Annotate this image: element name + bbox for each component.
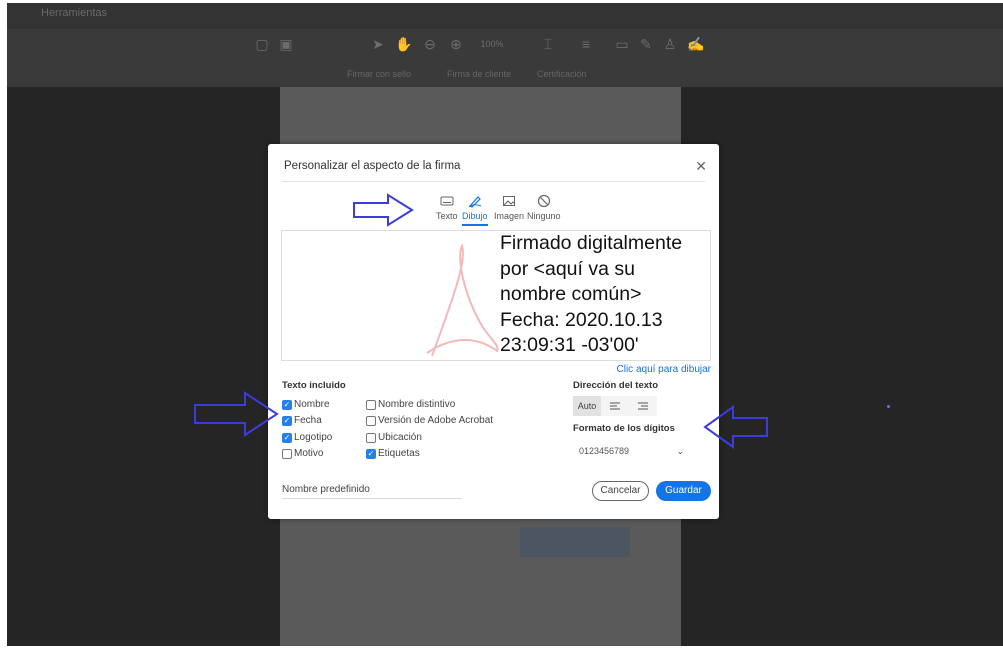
tab-label: Texto (436, 211, 458, 221)
close-icon[interactable]: ✕ (695, 158, 707, 175)
predefined-name-field[interactable] (282, 498, 462, 499)
checkbox-box[interactable] (282, 448, 292, 459)
preview-line: por <aquí va su (500, 257, 635, 280)
align-left-icon[interactable] (601, 396, 629, 416)
zoom-level[interactable]: 100% (475, 35, 509, 53)
checkbox-ubicacion[interactable]: Ubicación (366, 432, 422, 443)
select-tool-icon[interactable]: ⌶ (539, 35, 557, 53)
checkbox-version-acrobat[interactable]: Versión de Adobe Acrobat (366, 415, 493, 426)
checkbox-label: Logotipo (294, 432, 333, 443)
save-button[interactable]: Guardar (656, 481, 711, 501)
preview-line: nombre común> (500, 283, 642, 305)
digit-format-label: Formato de los dígitos (573, 423, 675, 434)
digit-format-value: 0123456789 (579, 446, 630, 456)
checkbox-box[interactable] (366, 432, 376, 443)
sign-icon[interactable]: ✍ (687, 35, 705, 53)
stamp-icon[interactable]: ♙ (661, 35, 679, 53)
tab-label: Ninguno (527, 211, 561, 221)
chevron-down-icon: ⌄ (676, 445, 684, 456)
hand-icon[interactable]: ✋ (395, 35, 413, 53)
dialog-title: Personalizar el aspecto de la firma (284, 160, 461, 172)
zoom-out-icon[interactable]: ⊖ (421, 35, 439, 53)
print-icon[interactable]: ▣ (277, 35, 295, 53)
pointer-icon[interactable]: ➤ (369, 35, 387, 53)
checkbox-label: Etiquetas (378, 448, 420, 459)
annotation-arrow-right-icon (194, 391, 279, 437)
checkbox-motivo[interactable]: Motivo (282, 448, 323, 459)
preview-line: 23:09:31 -03'00' (500, 334, 639, 356)
checkbox-label: Nombre distintivo (378, 399, 456, 410)
signature-appearance-dialog: Personalizar el aspecto de la firma ✕ Te… (268, 144, 719, 519)
pen-draw-icon (468, 196, 481, 208)
text-direction-label: Dirección del texto (573, 380, 658, 391)
annotation-arrow-left-icon (703, 405, 768, 449)
checkbox-label: Nombre (294, 399, 330, 410)
zoom-in-icon[interactable]: ⊕ (447, 35, 465, 53)
draw-link[interactable]: Clic aquí para dibujar (617, 364, 712, 375)
signature-text: Firmado digitalmente por <aquí va su nom… (500, 231, 710, 359)
toolbar-tool-2[interactable]: Certificación (537, 69, 587, 79)
signature-preview[interactable]: Firmado digitalmente por <aquí va su nom… (281, 230, 711, 361)
checkbox-fecha[interactable]: ✓ Fecha (282, 415, 322, 426)
checkbox-label: Ubicación (378, 432, 422, 443)
text-direction-group: Auto (573, 396, 657, 416)
title-divider (282, 181, 705, 182)
checkbox-box[interactable] (366, 399, 376, 410)
tab-ninguno[interactable]: Ninguno (527, 194, 561, 221)
keyboard-icon (440, 196, 454, 206)
cursor-dot (887, 405, 890, 408)
tab-dibujo[interactable]: Dibujo (462, 194, 488, 226)
checkbox-box[interactable]: ✓ (282, 399, 292, 410)
checkbox-logotipo[interactable]: ✓ Logotipo (282, 432, 332, 443)
cancel-button[interactable]: Cancelar (592, 481, 649, 501)
checkbox-nombre-distintivo[interactable]: Nombre distintivo (366, 399, 455, 410)
toolbar: ▢ ▣ ➤ ✋ ⊖ ⊕ 100% ⌶ ≡ ▭ ✎ ♙ ✍ Firmar con … (7, 29, 1003, 87)
toolbar-tool-1[interactable]: Firma de cliente (447, 69, 511, 79)
tab-texto[interactable]: Texto (436, 194, 458, 221)
align-right-icon[interactable] (629, 396, 657, 416)
toolbar-tool-0[interactable]: Firmar con sello (347, 69, 411, 79)
none-icon (537, 194, 550, 208)
signature-field (520, 527, 630, 557)
tab-imagen[interactable]: Imagen (494, 194, 524, 221)
comment-icon[interactable]: ▭ (613, 35, 631, 53)
checkbox-label: Fecha (294, 415, 322, 426)
included-text-label: Texto incluido (282, 380, 346, 391)
checkbox-box[interactable]: ✓ (282, 415, 292, 426)
checkbox-etiquetas[interactable]: ✓ Etiquetas (366, 448, 420, 459)
image-icon (503, 196, 516, 206)
checkbox-label: Motivo (294, 448, 324, 459)
checkbox-box[interactable]: ✓ (366, 448, 376, 459)
pencil-icon[interactable]: ✎ (637, 35, 655, 53)
checkbox-nombre[interactable]: ✓ Nombre (282, 399, 330, 410)
preview-line: Fecha: 2020.10.13 (500, 308, 663, 331)
tab-label: Imagen (494, 211, 525, 221)
tab-label: Dibujo (462, 211, 488, 221)
acrobat-logo-icon (426, 243, 499, 357)
checkbox-box[interactable] (366, 415, 376, 426)
checkbox-label: Versión de Adobe Acrobat (378, 415, 494, 426)
preview-line: Firmado digitalmente (500, 232, 683, 254)
top-strip-label: Herramientas (41, 7, 108, 19)
top-strip: Herramientas (7, 3, 1003, 29)
save-icon[interactable]: ▢ (253, 35, 271, 53)
predefined-name-label: Nombre predefinido (282, 484, 370, 495)
checkbox-box[interactable]: ✓ (282, 432, 292, 443)
highlight-icon[interactable]: ≡ (577, 35, 595, 53)
annotation-arrow-right-icon (353, 193, 414, 227)
direction-auto-button[interactable]: Auto (573, 396, 601, 416)
digit-format-select[interactable]: 0123456789 ⌄ (573, 440, 690, 462)
